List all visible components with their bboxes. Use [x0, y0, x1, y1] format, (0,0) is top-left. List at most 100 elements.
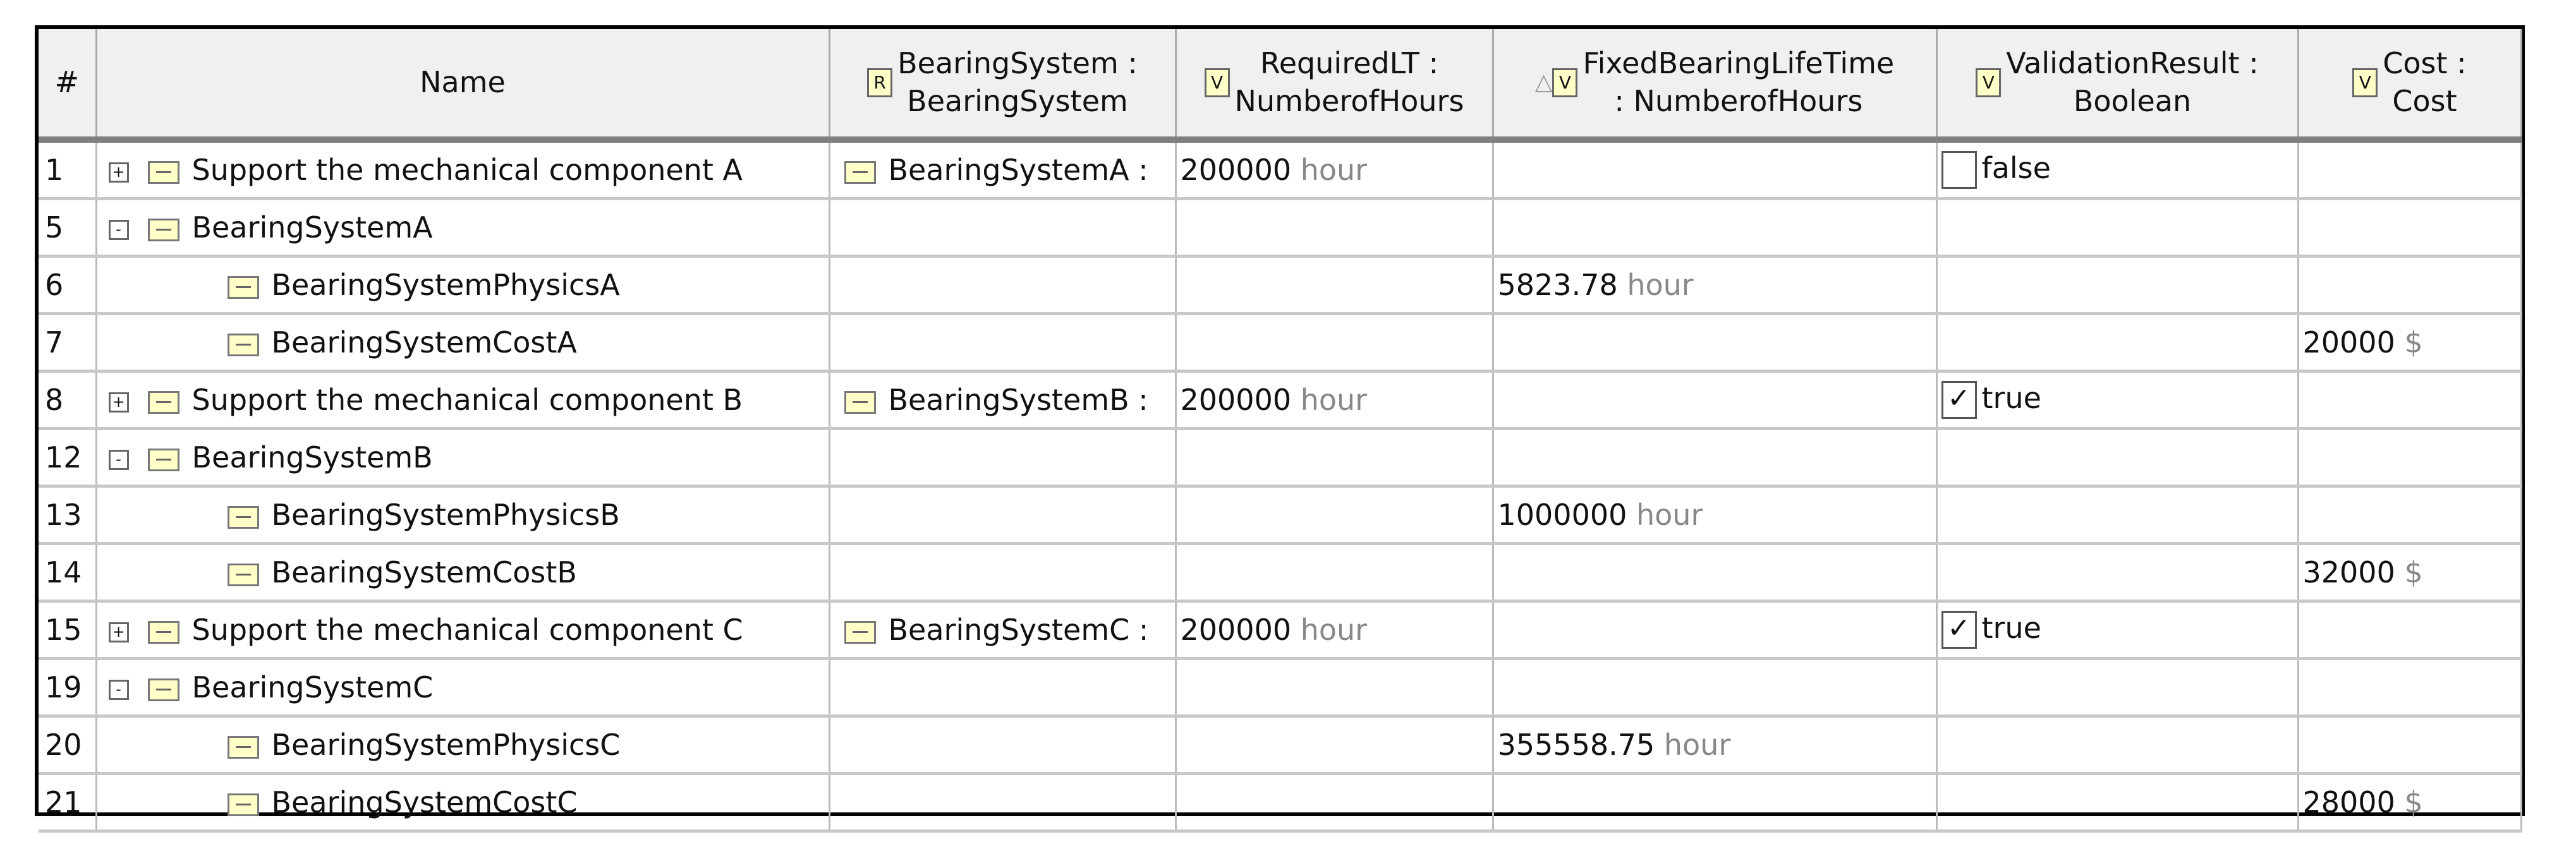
name-cell[interactable]: BearingSystemPhysicsB [96, 486, 830, 545]
name-cell[interactable]: BearingSystemCostC [96, 773, 830, 833]
name-cell[interactable]: - BearingSystemC [96, 658, 830, 718]
fixed-lifetime-cell[interactable] [1493, 773, 1938, 833]
expand-icon[interactable]: + [108, 392, 129, 413]
required-lt-cell[interactable]: 200000 hour [1176, 140, 1494, 200]
collapse-icon[interactable]: - [108, 679, 129, 700]
validation-cell[interactable] [1936, 486, 2299, 545]
required-lt-cell[interactable]: 200000 hour [1176, 601, 1494, 660]
fixed-lifetime-cell[interactable] [1493, 658, 1938, 718]
table-row[interactable]: 14 BearingSystemCostB 32000 $ [39, 543, 2522, 603]
fixed-lifetime-cell[interactable]: 1000000 hour [1493, 486, 1938, 545]
fixed-lifetime-cell[interactable] [1493, 543, 1938, 603]
bearing-system-cell[interactable] [829, 716, 1177, 775]
table-row[interactable]: 8 + Support the mechanical component B Be… [39, 371, 2522, 430]
required-lt-cell[interactable] [1176, 658, 1494, 718]
bearing-system-cell[interactable] [829, 543, 1177, 603]
expand-icon[interactable]: + [108, 162, 129, 183]
name-cell[interactable]: BearingSystemCostB [96, 543, 830, 603]
table-row[interactable]: 15 + Support the mechanical component C B… [39, 601, 2522, 660]
cost-cell[interactable] [2298, 716, 2522, 775]
column-header-required-lt[interactable]: V RequiredLT : NumberofHours [1176, 29, 1494, 143]
bearing-system-cell[interactable] [829, 773, 1177, 833]
name-cell[interactable]: + Support the mechanical component C [96, 601, 830, 660]
required-lt-cell[interactable] [1176, 198, 1494, 258]
table-row[interactable]: 6 BearingSystemPhysicsA 5823.78 hour [39, 256, 2522, 315]
name-cell[interactable]: - BearingSystemB [96, 428, 830, 488]
name-cell[interactable]: + Support the mechanical component B [96, 371, 830, 430]
table-row[interactable]: 20 BearingSystemPhysicsC 355558.75 hour [39, 716, 2522, 775]
column-header-fixed-bearing-lifetime[interactable]: △ VFixedBearingLifeTime: NumberofHours [1493, 29, 1938, 143]
column-header-bearing-system[interactable]: RBearingSystem : BearingSystem [829, 29, 1177, 143]
cost-cell[interactable]: 28000 $ [2298, 773, 2522, 833]
name-cell[interactable]: BearingSystemCostA [96, 313, 830, 373]
validation-cell[interactable] [1936, 543, 2299, 603]
required-lt-cell[interactable] [1176, 486, 1494, 545]
column-header-cost[interactable]: VCost : Cost [2298, 29, 2522, 143]
expand-icon[interactable]: + [108, 622, 129, 642]
bearing-system-cell[interactable] [829, 486, 1177, 545]
validation-cell[interactable]: ✓ true [1936, 371, 2299, 430]
validation-cell[interactable]: false [1936, 140, 2299, 200]
checkbox-unchecked[interactable] [1941, 151, 1977, 190]
validation-cell[interactable] [1936, 313, 2299, 373]
required-lt-cell[interactable] [1176, 543, 1494, 603]
cost-cell[interactable] [2298, 486, 2522, 545]
sort-ascending-icon[interactable]: △ [1535, 69, 1553, 95]
name-cell[interactable]: BearingSystemPhysicsC [96, 716, 830, 775]
validation-cell[interactable] [1936, 198, 2299, 258]
table-row[interactable]: 1 + Support the mechanical component A Be… [39, 140, 2522, 200]
required-lt-cell[interactable] [1176, 716, 1494, 775]
validation-cell[interactable] [1936, 428, 2299, 488]
table-row[interactable]: 7 BearingSystemCostA 20000 $ [39, 313, 2522, 373]
validation-cell[interactable] [1936, 716, 2299, 775]
bearing-system-cell[interactable]: BearingSystemA : [829, 140, 1177, 200]
bearing-system-cell[interactable]: BearingSystemB : [829, 371, 1177, 430]
cost-cell[interactable] [2298, 428, 2522, 488]
cost-cell[interactable] [2298, 256, 2522, 315]
fixed-lifetime-cell[interactable]: 355558.75 hour [1493, 716, 1938, 775]
cost-cell[interactable] [2298, 140, 2522, 200]
cost-cell[interactable]: 32000 $ [2298, 543, 2522, 603]
validation-cell[interactable] [1936, 773, 2299, 833]
bearing-system-cell[interactable] [829, 658, 1177, 718]
fixed-lifetime-cell[interactable] [1493, 428, 1938, 488]
table-row[interactable]: 12 - BearingSystemB [39, 428, 2522, 488]
bearing-system-cell[interactable]: BearingSystemC : [829, 601, 1177, 660]
table-row[interactable]: 5 - BearingSystemA [39, 198, 2522, 258]
checkbox-checked[interactable]: ✓ [1941, 381, 1977, 419]
required-lt-cell[interactable]: 200000 hour [1176, 371, 1494, 430]
fixed-lifetime-cell[interactable] [1493, 371, 1938, 430]
fixed-lifetime-cell[interactable] [1493, 313, 1938, 373]
name-cell[interactable]: + Support the mechanical component A [96, 140, 830, 200]
fixed-lifetime-cell[interactable] [1493, 198, 1938, 258]
required-lt-cell[interactable] [1176, 773, 1494, 833]
name-cell[interactable]: BearingSystemPhysicsA [96, 256, 830, 315]
fixed-lifetime-cell[interactable]: 5823.78 hour [1493, 256, 1938, 315]
column-header-validation-result[interactable]: VValidationResult : Boolean [1936, 29, 2299, 143]
table-row[interactable]: 13 BearingSystemPhysicsB 1000000 hour [39, 486, 2522, 545]
cost-cell[interactable]: 20000 $ [2298, 313, 2522, 373]
fixed-lifetime-cell[interactable] [1493, 601, 1938, 660]
bearing-system-cell[interactable] [829, 256, 1177, 315]
column-header-name[interactable]: Name [96, 29, 830, 143]
bearing-system-cell[interactable] [829, 198, 1177, 258]
validation-cell[interactable] [1936, 658, 2299, 718]
validation-cell[interactable] [1936, 256, 2299, 315]
collapse-icon[interactable]: - [108, 219, 129, 240]
cost-cell[interactable] [2298, 198, 2522, 258]
table-row[interactable]: 21 BearingSystemCostC 28000 $ [39, 773, 2522, 833]
required-lt-cell[interactable] [1176, 313, 1494, 373]
required-lt-cell[interactable] [1176, 256, 1494, 315]
bearing-system-cell[interactable] [829, 313, 1177, 373]
table-row[interactable]: 19 - BearingSystemC [39, 658, 2522, 718]
fixed-lifetime-cell[interactable] [1493, 140, 1938, 200]
validation-cell[interactable]: ✓ true [1936, 601, 2299, 660]
cost-cell[interactable] [2298, 601, 2522, 660]
checkbox-checked[interactable]: ✓ [1941, 611, 1977, 649]
column-header-index[interactable]: # [39, 29, 97, 143]
cost-cell[interactable] [2298, 371, 2522, 430]
name-cell[interactable]: - BearingSystemA [96, 198, 830, 258]
cost-cell[interactable] [2298, 658, 2522, 718]
bearing-system-cell[interactable] [829, 428, 1177, 488]
required-lt-cell[interactable] [1176, 428, 1494, 488]
